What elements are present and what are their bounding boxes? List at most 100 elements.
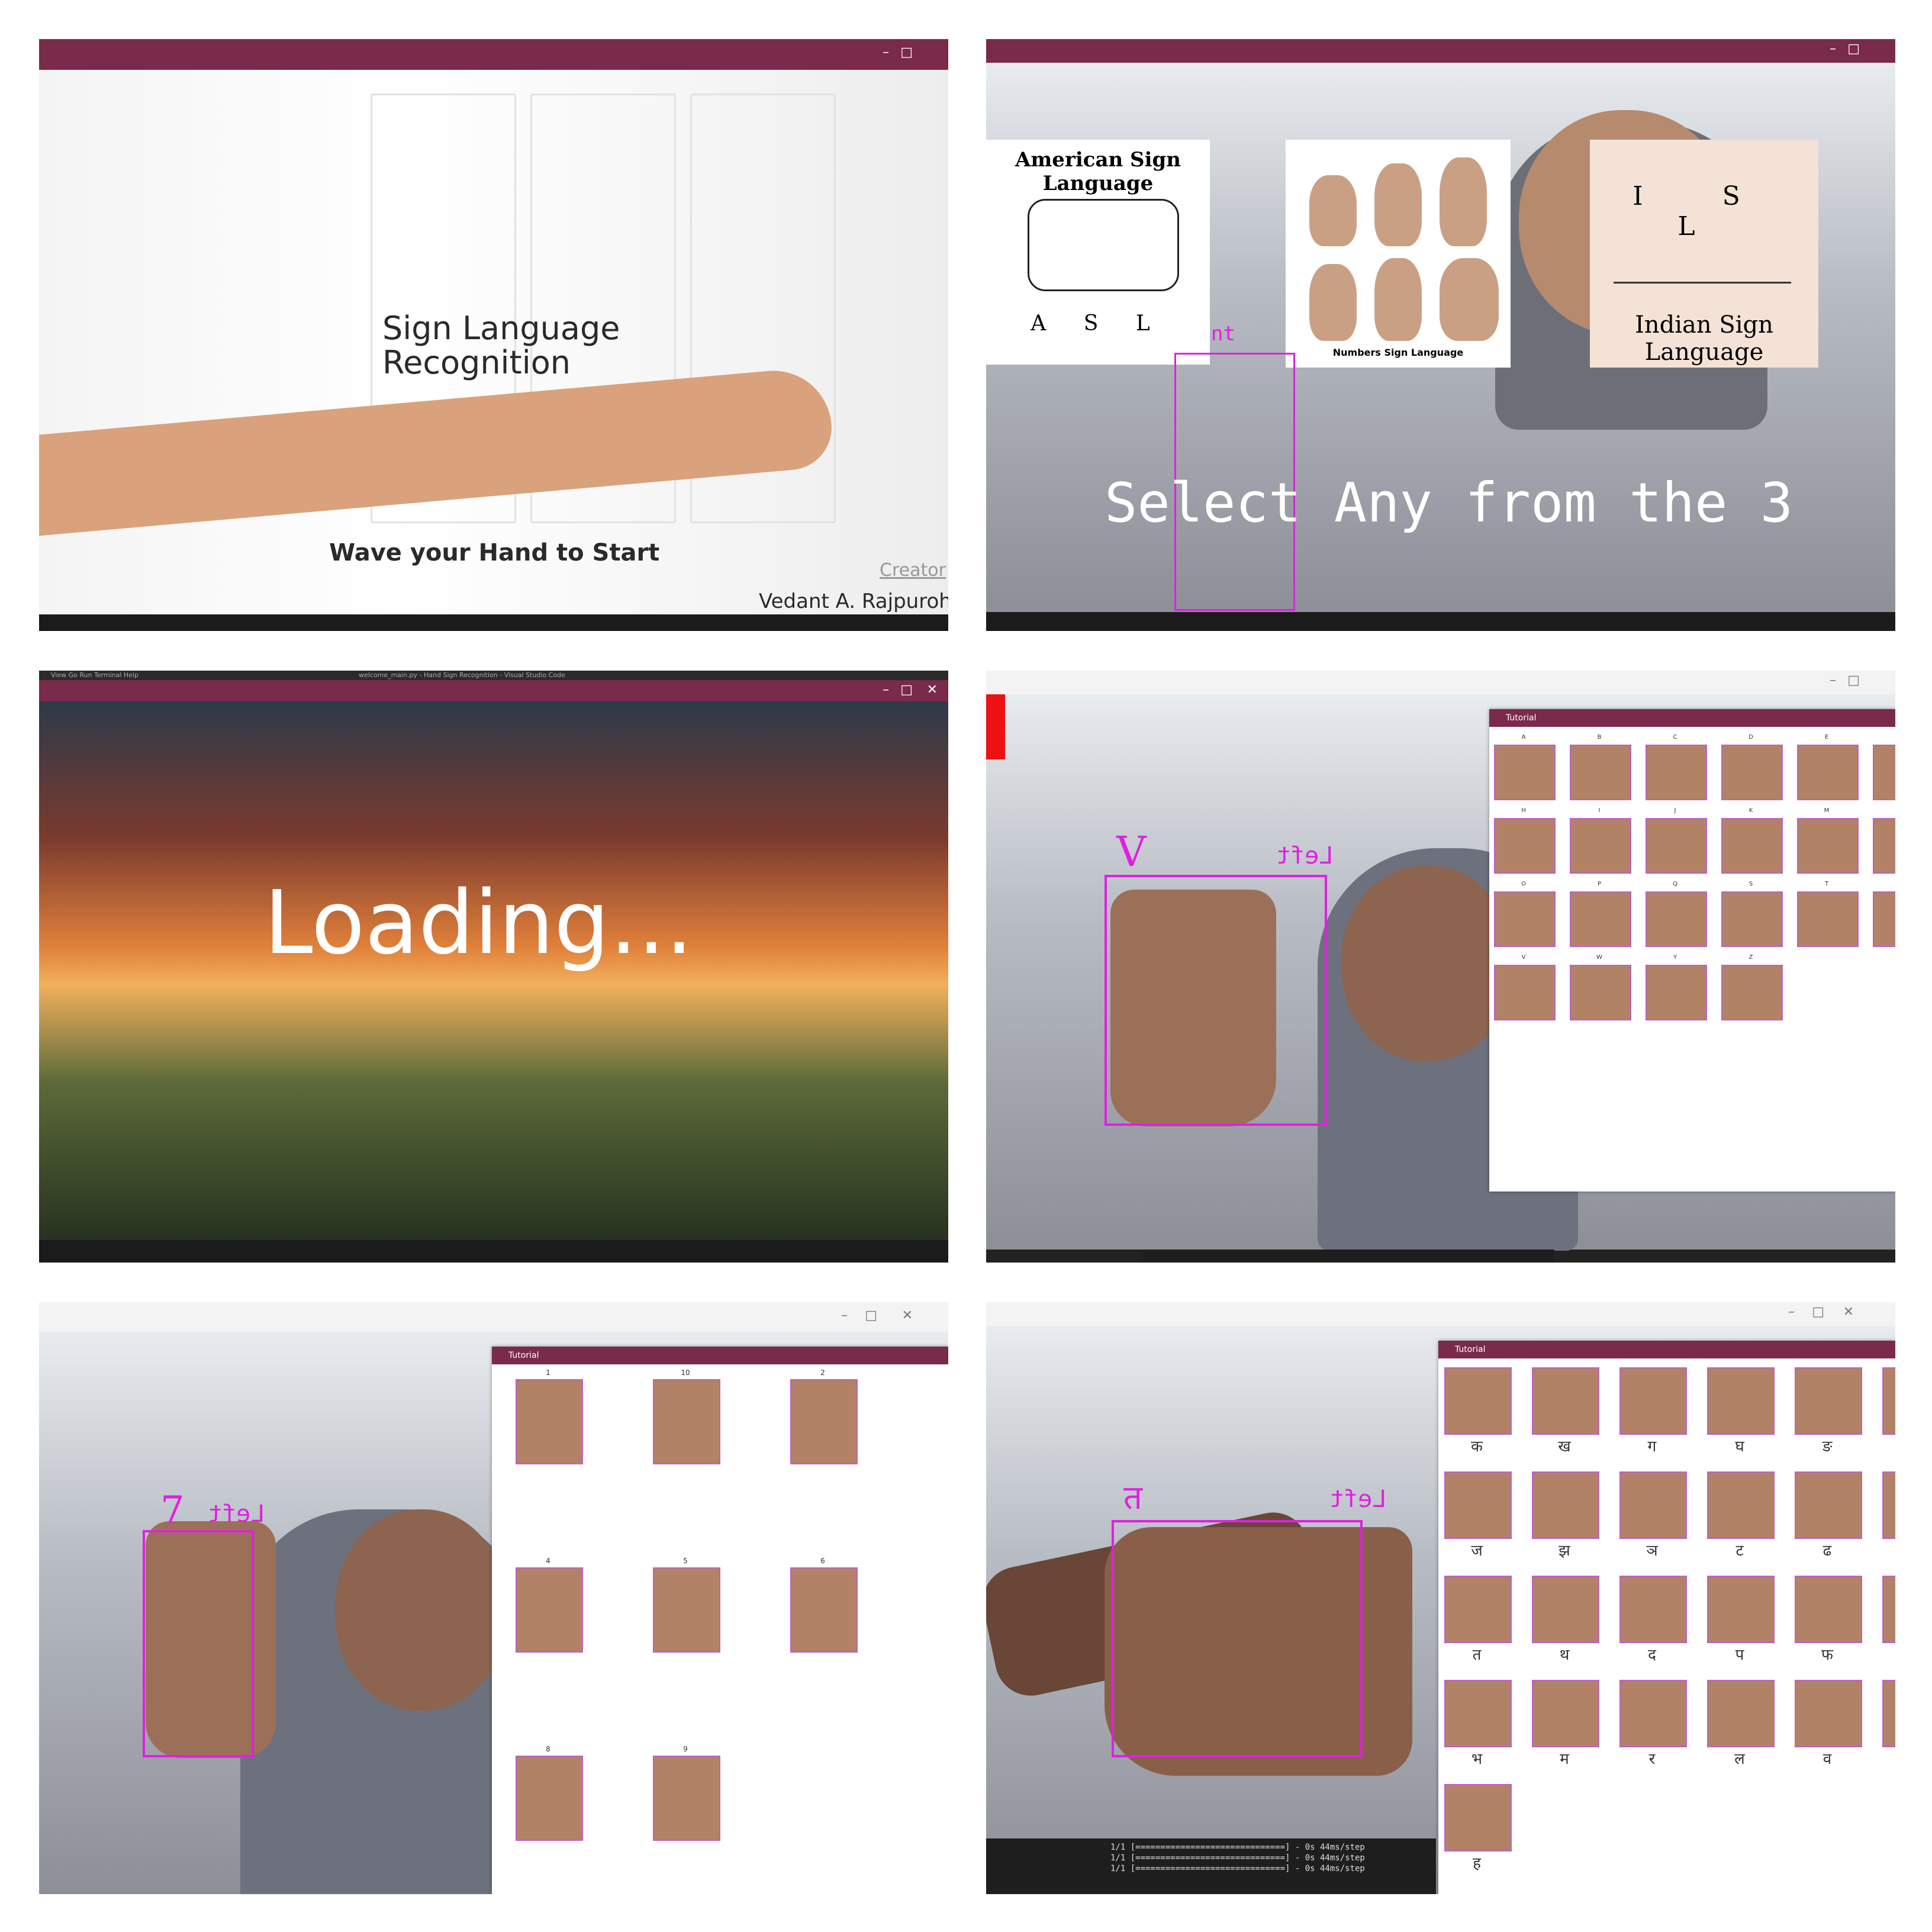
tutorial-item-label: घ — [1735, 1438, 1744, 1456]
asl-option-card[interactable]: American Sign Language A S L — [986, 140, 1210, 365]
tutorial-sign-thumbnail — [1646, 965, 1707, 1020]
isl-hands-drawing — [1614, 217, 1791, 284]
maximize-button[interactable]: □ — [865, 1308, 877, 1323]
tutorial-sign-thumbnail — [516, 1756, 583, 1841]
tutorial-item-label: J — [1674, 807, 1676, 814]
tutorial-sign-thumbnail — [1570, 745, 1631, 800]
hand-image — [1440, 258, 1499, 341]
creator-label: Creator — [880, 560, 946, 581]
numbers-option-card[interactable]: Numbers Sign Language — [1286, 140, 1511, 368]
terminal-output: 1/1 [==============================] - 0… — [986, 1838, 1436, 1894]
tutorial-item-label: क — [1471, 1438, 1483, 1456]
tutorial-sign-thumbnail — [1646, 891, 1707, 947]
predicted-number: 7 — [160, 1489, 185, 1532]
hand-image — [1374, 163, 1422, 246]
tutorial-sign-thumbnail — [653, 1567, 720, 1653]
tutorial-item-label: N — [1885, 807, 1895, 814]
app-title-line2: Recognition — [382, 344, 571, 381]
editor-title: welcome_main.py - Hand Sign Recognition … — [359, 671, 565, 679]
numbers-card-caption: Numbers Sign Language — [1332, 347, 1464, 358]
tutorial-sign-thumbnail — [1797, 818, 1859, 874]
tutorial-sign-thumbnail — [1494, 818, 1556, 874]
minimize-button[interactable]: – — [883, 45, 889, 60]
tutorial-item-label: भ — [1471, 1750, 1483, 1768]
asl-card-title: American Sign Language — [1015, 148, 1181, 195]
tutorial-window: Tutorial A B C D E G H I J K M N O P Q S T U V W Y Z — [1489, 709, 1895, 1192]
tutorial-sign-thumbnail — [1532, 1471, 1599, 1539]
tutorial-item-label: ज — [1471, 1542, 1483, 1560]
tutorial-title-bar: Tutorial — [492, 1347, 948, 1364]
tutorial-sign-thumbnail — [1444, 1784, 1512, 1852]
tutorial-sign-thumbnail — [1570, 891, 1631, 947]
tutorial-item-label: ल — [1734, 1750, 1745, 1768]
isl-card-title: Indian Sign Language — [1635, 311, 1773, 366]
tutorial-sign-thumbnail — [1721, 891, 1783, 947]
tutorial-item-label: Z — [1749, 954, 1753, 961]
minimize-button[interactable]: – — [841, 1308, 848, 1323]
tutorial-sign-thumbnail — [1707, 1471, 1775, 1539]
close-button[interactable]: ✕ — [1843, 1305, 1854, 1319]
tutorial-item-label: C — [1673, 734, 1677, 740]
tutorial-item-label: U — [1885, 881, 1895, 887]
editor-menu[interactable]: View Go Run Terminal Help — [51, 671, 139, 679]
terminal-strip — [1140, 1250, 1554, 1263]
isl-option-card[interactable]: I S L Indian Sign Language — [1590, 140, 1818, 368]
hand-image — [1309, 175, 1357, 246]
tutorial-item-label: W — [1596, 954, 1602, 961]
app-title-line1: Sign Language — [382, 310, 620, 347]
taskbar — [986, 612, 1895, 631]
tutorial-sign-thumbnail — [1532, 1680, 1599, 1747]
close-button[interactable]: ✕ — [902, 1308, 913, 1323]
tutorial-item-label: Y — [1673, 954, 1677, 961]
tutorial-sign-thumbnail — [1797, 745, 1859, 800]
maximize-button[interactable]: □ — [900, 682, 913, 697]
tutorial-item-label: I — [1598, 807, 1601, 814]
tutorial-item-label: 8 — [546, 1745, 550, 1753]
tutorial-item-label: ङ — [1822, 1438, 1833, 1456]
tutorial-sign-thumbnail — [1646, 745, 1707, 800]
face — [335, 1509, 507, 1711]
tutorial-item-label: ट — [1735, 1542, 1744, 1560]
minimize-button[interactable]: – — [1830, 41, 1836, 56]
hand-image — [1309, 264, 1357, 341]
close-button[interactable]: ✕ — [927, 682, 938, 697]
predicted-letter: त — [1123, 1479, 1142, 1517]
minimize-button[interactable]: – — [1830, 673, 1836, 688]
title-bar: – □ — [986, 671, 1895, 694]
maximize-button[interactable]: □ — [1812, 1305, 1824, 1319]
maximize-button[interactable]: □ — [1847, 673, 1860, 688]
tutorial-window: Tutorial 1 10 2 4 5 6 8 9 — [492, 1347, 948, 1894]
tutorial-sign-thumbnail — [1882, 1576, 1895, 1643]
tutorial-item-label: 6 — [820, 1557, 825, 1565]
tutorial-sign-thumbnail — [1570, 965, 1631, 1020]
maximize-button[interactable]: □ — [1847, 41, 1860, 56]
tutorial-sign-thumbnail — [1532, 1576, 1599, 1643]
tutorial-sign-thumbnail — [1444, 1471, 1512, 1539]
tutorial-item-label: S — [1749, 881, 1753, 887]
taskbar — [39, 1240, 948, 1263]
terminal-line: 1/1 [==============================] - 0… — [1110, 1853, 1365, 1863]
tutorial-item-label: 1 — [546, 1368, 550, 1377]
loading-text: Loading... — [264, 872, 694, 974]
minimize-button[interactable]: – — [883, 682, 889, 697]
tutorial-sign-thumbnail — [1707, 1367, 1775, 1435]
tutorial-item-label: थ — [1559, 1646, 1570, 1664]
tutorial-item-label: ञ — [1646, 1542, 1658, 1560]
tutorial-sign-thumbnail — [1619, 1576, 1687, 1643]
title-bar: – □ ✕ — [986, 1302, 1895, 1326]
tutorial-sign-thumbnail — [1707, 1576, 1775, 1643]
maximize-button[interactable]: □ — [900, 45, 913, 60]
tutorial-item-label: H — [1521, 807, 1526, 814]
face — [1341, 866, 1513, 1061]
hand-label: Left — [1329, 1486, 1387, 1513]
tutorial-item-label: 9 — [683, 1745, 688, 1753]
tutorial-sign-thumbnail — [1619, 1680, 1687, 1747]
title-bar: – □ ✕ — [39, 680, 948, 701]
tutorial-title-bar: Tutorial — [1489, 709, 1895, 727]
minimize-button[interactable]: – — [1788, 1305, 1795, 1319]
hand-bounding-box — [143, 1530, 254, 1757]
tutorial-sign-thumbnail — [1882, 1471, 1895, 1539]
editor-menubar: View Go Run Terminal Help welcome_main.p… — [39, 671, 948, 680]
tutorial-sign-thumbnail — [1494, 891, 1556, 947]
tutorial-item-label: प — [1735, 1646, 1744, 1664]
